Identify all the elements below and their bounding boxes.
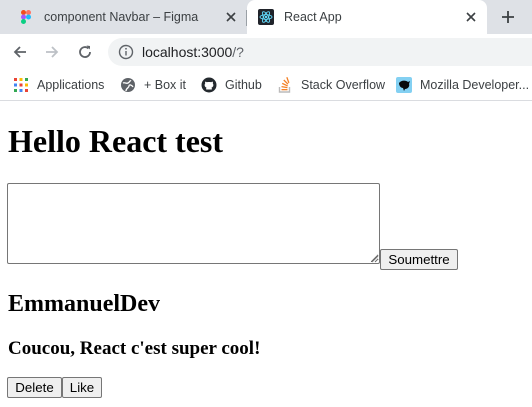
close-icon[interactable]	[223, 9, 239, 25]
bookmark-mozilla-developer[interactable]: Mozilla Developer...	[396, 75, 529, 95]
apps-grid-icon	[14, 78, 28, 92]
bookmark-applications[interactable]: Applications	[13, 75, 104, 95]
tab-react-app[interactable]: React App	[247, 0, 487, 34]
tab-title: component Navbar – Figma	[44, 10, 199, 24]
back-arrow-icon	[13, 46, 26, 58]
page-content: Hello React test Soumettre EmmanuelDev C…	[0, 101, 532, 407]
address-bar[interactable]: localhost:3000/?	[108, 38, 532, 66]
delete-button[interactable]: Delete	[7, 377, 62, 398]
bookmark-label: Mozilla Developer...	[420, 78, 530, 92]
mdn-icon	[396, 77, 412, 93]
bookmark-label: Applications	[37, 78, 105, 92]
new-tab-button[interactable]	[495, 5, 521, 29]
tab-strip: component Navbar – Figma React App	[0, 0, 532, 34]
bookmark-stack-overflow[interactable]: Stack Overflow	[277, 75, 385, 95]
github-icon	[201, 77, 217, 93]
globe-icon	[121, 78, 135, 92]
message-textarea[interactable]	[7, 183, 380, 264]
tab-title: React App	[284, 10, 342, 24]
reload-icon	[79, 45, 91, 58]
page-heading: Hello React test	[8, 123, 224, 159]
url-host: localhost:3000	[142, 44, 233, 60]
reload-button[interactable]	[73, 40, 97, 64]
comment-message: Coucou, React c'est super cool!	[8, 338, 261, 359]
figma-icon	[21, 10, 31, 24]
bookmark-label: + Box it	[144, 78, 187, 92]
react-icon	[258, 9, 274, 25]
bookmark-github[interactable]: Github	[201, 75, 262, 95]
tab-figma[interactable]: component Navbar – Figma	[0, 0, 247, 34]
comment-author: EmmanuelDev	[8, 291, 160, 317]
close-icon[interactable]	[463, 9, 479, 25]
stackoverflow-icon	[278, 77, 291, 93]
bookmarks-bar: Applications + Box it Github Stack Overf…	[0, 70, 532, 101]
info-icon[interactable]	[118, 44, 134, 60]
resize-grip-icon[interactable]	[369, 253, 379, 263]
submit-button[interactable]: Soumettre	[380, 249, 458, 270]
browser-toolbar: localhost:3000/?	[0, 34, 532, 70]
forward-button[interactable]	[40, 40, 64, 64]
back-button[interactable]	[8, 40, 32, 64]
bookmark-box-it[interactable]: + Box it	[120, 75, 186, 95]
plus-icon	[502, 11, 514, 23]
like-button[interactable]: Like	[62, 377, 102, 398]
url-text: localhost:3000/?	[142, 44, 244, 60]
url-path: /?	[232, 44, 244, 60]
bookmark-label: Github	[225, 78, 262, 92]
forward-arrow-icon	[46, 46, 59, 58]
bookmark-label: Stack Overflow	[301, 78, 386, 92]
